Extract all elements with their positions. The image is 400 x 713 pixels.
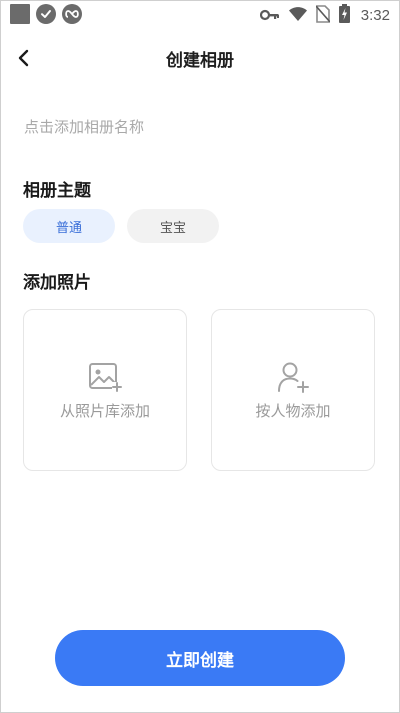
no-sim-icon (315, 4, 331, 27)
infinity-icon (62, 4, 82, 24)
status-time: 3:32 (360, 7, 390, 24)
theme-chip-baby[interactable]: 宝宝 (127, 209, 219, 243)
photo-section-title: 添加照片 (23, 273, 91, 293)
add-by-person-card[interactable]: 按人物添加 (211, 309, 375, 471)
album-name-input[interactable] (20, 110, 388, 144)
wifi-icon (288, 6, 307, 25)
status-bar-right: 3:32 (259, 4, 390, 27)
theme-chip-normal[interactable]: 普通 (23, 209, 115, 243)
shield-check-icon (36, 4, 56, 24)
page-title: 创建相册 (166, 51, 234, 71)
status-bar-left (10, 4, 82, 24)
add-from-gallery-card[interactable]: 从照片库添加 (23, 309, 187, 471)
image-add-icon (89, 363, 122, 392)
key-icon (259, 6, 280, 25)
theme-chips: 普通 宝宝 (23, 209, 219, 243)
app-square-icon (10, 4, 30, 24)
person-add-icon (278, 362, 309, 393)
status-bar: 3:32 (0, 0, 400, 28)
header: 创建相册 (0, 38, 400, 78)
battery-charging-icon (338, 4, 350, 27)
create-album-button[interactable]: 立即创建 (55, 630, 345, 686)
theme-section-title: 相册主题 (23, 181, 91, 201)
add-from-gallery-label: 从照片库添加 (59, 402, 150, 420)
add-by-person-label: 按人物添加 (255, 402, 331, 420)
